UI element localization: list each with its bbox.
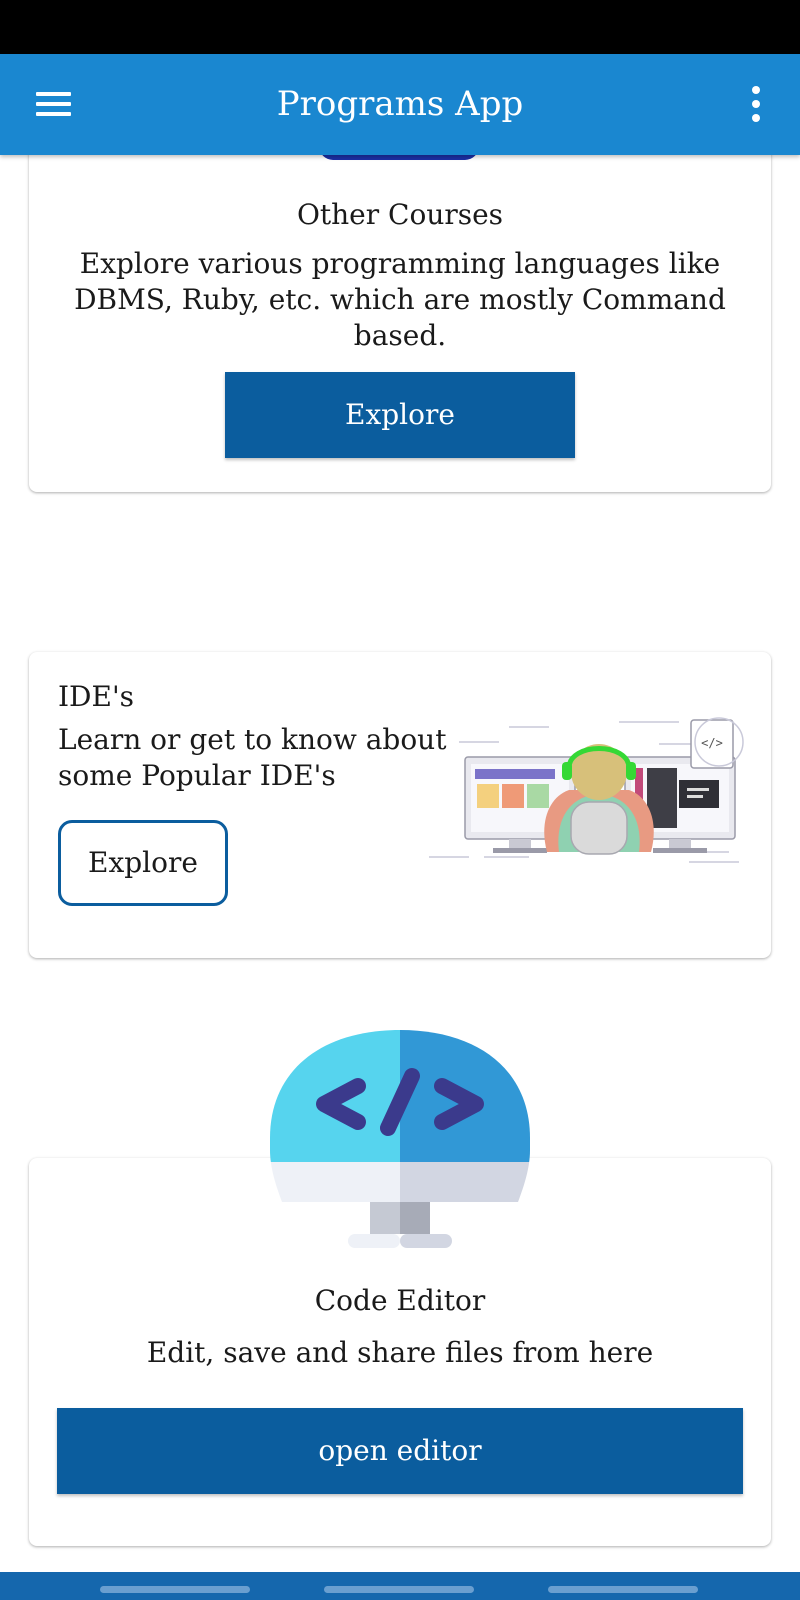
explore-ides-button[interactable]: Explore bbox=[58, 820, 228, 906]
status-bar bbox=[0, 0, 800, 54]
svg-text:</>: </> bbox=[701, 736, 723, 750]
nav-handle bbox=[100, 1586, 250, 1593]
open-editor-button[interactable]: open editor bbox=[57, 1408, 743, 1494]
app-title: Programs App bbox=[276, 84, 524, 124]
card-title: Other Courses bbox=[296, 198, 504, 231]
ides-card: IDE's Learn or get to know about some Po… bbox=[29, 652, 771, 958]
card-description: Learn or get to know about some Popular … bbox=[58, 723, 447, 792]
card-title: Code Editor bbox=[314, 1284, 486, 1317]
nav-handle bbox=[548, 1586, 698, 1593]
explore-other-courses-button[interactable]: Explore bbox=[225, 372, 575, 458]
hamburger-menu-icon[interactable] bbox=[34, 84, 74, 124]
developer-at-monitors-illustration: </> bbox=[429, 717, 744, 863]
system-navigation-bar bbox=[0, 1572, 800, 1600]
app-bar: Programs App bbox=[0, 54, 800, 155]
more-vert-icon[interactable] bbox=[742, 82, 770, 126]
code-monitor-icon bbox=[270, 1030, 530, 1248]
other-courses-card: Other Courses Explore various programmin… bbox=[29, 120, 771, 492]
nav-handle bbox=[324, 1586, 474, 1593]
card-description: Explore various programming languages li… bbox=[74, 247, 726, 352]
card-title: IDE's bbox=[58, 680, 135, 713]
card-description: Edit, save and share files from here bbox=[146, 1336, 654, 1369]
